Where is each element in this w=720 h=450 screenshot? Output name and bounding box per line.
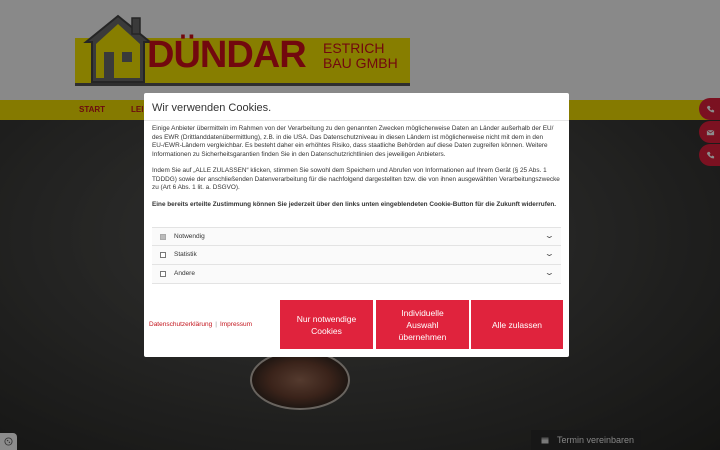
checkbox-andere[interactable] bbox=[160, 271, 166, 277]
imprint-link[interactable]: Impressum bbox=[220, 321, 252, 328]
category-label-andere: Andere bbox=[174, 270, 195, 277]
chevron-down-icon[interactable]: ⌄ bbox=[544, 268, 555, 277]
dialog-paragraph-1: Einige Anbieter übermitteln im Rahmen vo… bbox=[152, 125, 554, 158]
chevron-down-icon[interactable]: ⌄ bbox=[544, 249, 555, 258]
necessary-cookies-button[interactable]: Nur notwendige Cookies bbox=[280, 300, 373, 349]
checkbox-statistik[interactable] bbox=[160, 252, 166, 258]
individual-selection-button[interactable]: Individuelle Auswahl übernehmen bbox=[376, 300, 469, 349]
category-andere[interactable]: Andere ⌄ bbox=[152, 265, 561, 284]
dialog-paragraph-3: Eine bereits erteilte Zustimmung können … bbox=[152, 200, 557, 208]
cookie-dialog: Wir verwenden Cookies. Einige Anbieter ü… bbox=[144, 93, 569, 357]
category-label-notwendig: Notwendig bbox=[174, 233, 205, 240]
dialog-paragraph-2: Indem Sie auf „ALLE ZULASSEN“ klicken, s… bbox=[152, 167, 560, 191]
privacy-link[interactable]: Datenschutzerklärung bbox=[149, 321, 212, 328]
link-separator: | bbox=[215, 321, 217, 328]
dialog-links: Datenschutzerklärung | Impressum bbox=[149, 321, 252, 328]
dialog-divider bbox=[144, 120, 569, 121]
category-statistik[interactable]: Statistik ⌄ bbox=[152, 246, 561, 265]
dialog-title: Wir verwenden Cookies. bbox=[152, 102, 272, 114]
category-notwendig[interactable]: Notwendig ⌄ bbox=[152, 227, 561, 246]
dialog-body: Einige Anbieter übermitteln im Rahmen vo… bbox=[152, 125, 561, 217]
category-label-statistik: Statistik bbox=[174, 251, 197, 258]
chevron-down-icon[interactable]: ⌄ bbox=[544, 231, 555, 240]
accept-all-button[interactable]: Alle zulassen bbox=[471, 300, 563, 349]
checkbox-notwendig[interactable] bbox=[160, 234, 166, 240]
